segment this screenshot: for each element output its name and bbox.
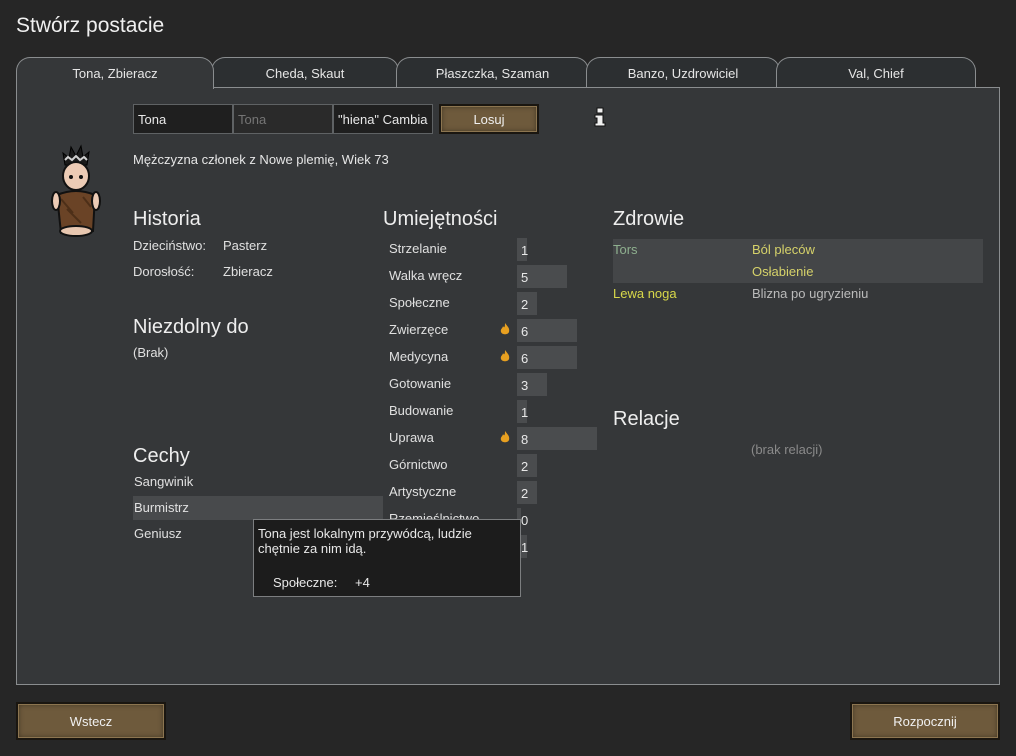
health-row[interactable]: Osłabienie [613, 261, 983, 283]
health-row[interactable]: Lewa noga Blizna po ugryzieniu [613, 283, 983, 305]
health-heading: Zdrowie [613, 208, 685, 230]
adulthood-label: Dorosłość: [133, 264, 195, 279]
skill-level: 3 [521, 378, 529, 393]
tooltip-stat-value: +4 [355, 575, 370, 590]
childhood-value[interactable]: Pasterz [223, 238, 267, 253]
tab-label: Płaszczka, Szaman [435, 65, 550, 81]
traits-heading: Cechy [133, 445, 190, 467]
tooltip-text: Tona jest lokalnym przywódcą, ludzie chę… [258, 526, 472, 556]
tab-cheda[interactable]: Cheda, Skaut [211, 57, 399, 88]
skill-label: Społeczne [389, 295, 450, 310]
tab-label: Cheda, Skaut [265, 65, 345, 81]
adulthood-value[interactable]: Zbieracz [223, 264, 273, 279]
skill-level: 5 [521, 270, 529, 285]
skill-label: Walka wręcz [389, 268, 463, 283]
pawn-description: Mężczyzna członek z Nowe plemię, Wiek 73 [133, 152, 389, 167]
tooltip-stat-label: Społeczne: [273, 575, 338, 590]
passion-flame-icon [500, 323, 510, 335]
health-condition: Blizna po ugryzieniu [752, 286, 869, 301]
skill-label: Górnictwo [389, 457, 448, 472]
skill-level: 0 [521, 513, 529, 528]
skill-label: Strzelanie [389, 241, 447, 256]
incapable-heading: Niezdolny do [133, 316, 249, 338]
trait-item[interactable]: Burmistrz [133, 496, 383, 520]
skill-level: 1 [521, 405, 529, 420]
tab-label: Banzo, Uzdrowiciel [627, 65, 739, 81]
skill-level: 2 [521, 459, 529, 474]
nickname-input[interactable] [233, 104, 333, 134]
body-part: Lewa noga [613, 286, 677, 301]
skill-level: 8 [521, 432, 529, 447]
skill-level: 6 [521, 324, 529, 339]
health-condition: Ból pleców [752, 242, 815, 257]
trait-item[interactable]: Sangwinik [133, 470, 383, 494]
health-condition: Osłabienie [752, 264, 814, 279]
start-button[interactable]: Rozpocznij [850, 702, 1000, 740]
tab-plaszczka[interactable]: Płaszczka, Szaman [396, 57, 589, 88]
skill-label: Artystyczne [389, 484, 457, 499]
tab-tona[interactable]: Tona, Zbieracz [16, 57, 214, 89]
skill-label: Medycyna [389, 349, 449, 364]
skills-heading: Umiejętności [383, 208, 498, 230]
skill-level: 1 [521, 243, 529, 258]
skill-level: 2 [521, 486, 529, 501]
tab-val[interactable]: Val, Chief [776, 57, 976, 88]
skill-level: 6 [521, 351, 529, 366]
tab-label: Tona, Zbieracz [72, 66, 158, 81]
first-name-input[interactable] [133, 104, 233, 134]
page-title: Stwórz postacie [16, 14, 165, 37]
pawn-tabs: Tona, Zbieracz Cheda, Skaut Płaszczka, S… [16, 57, 976, 89]
relations-heading: Relacje [613, 408, 680, 430]
relations-empty: (brak relacji) [751, 442, 823, 457]
passion-flame-icon [500, 350, 510, 362]
backstory-heading: Historia [133, 208, 201, 230]
skill-label: Uprawa [389, 430, 434, 445]
skill-label: Budowanie [389, 403, 454, 418]
tab-banzo[interactable]: Banzo, Uzdrowiciel [586, 57, 780, 88]
body-part: Tors [613, 242, 638, 257]
skill-label: Gotowanie [389, 376, 452, 391]
skill-bar[interactable] [517, 427, 597, 450]
skill-level: 1 [521, 540, 529, 555]
skill-level: 2 [521, 297, 529, 312]
back-button[interactable]: Wstecz [16, 702, 166, 740]
incapable-value: (Brak) [133, 345, 169, 360]
skill-label: Zwierzęce [389, 322, 449, 337]
last-name-input[interactable] [333, 104, 433, 134]
passion-flame-icon [500, 431, 510, 443]
randomize-button[interactable]: Losuj [439, 104, 539, 134]
info-icon[interactable] [593, 107, 607, 127]
tab-label: Val, Chief [848, 65, 904, 81]
trait-tooltip: Tona jest lokalnym przywódcą, ludzie chę… [253, 519, 521, 597]
childhood-label: Dzieciństwo: [133, 238, 206, 253]
health-row[interactable]: Tors Ból pleców [613, 239, 983, 261]
pawn-portrait [51, 144, 101, 237]
